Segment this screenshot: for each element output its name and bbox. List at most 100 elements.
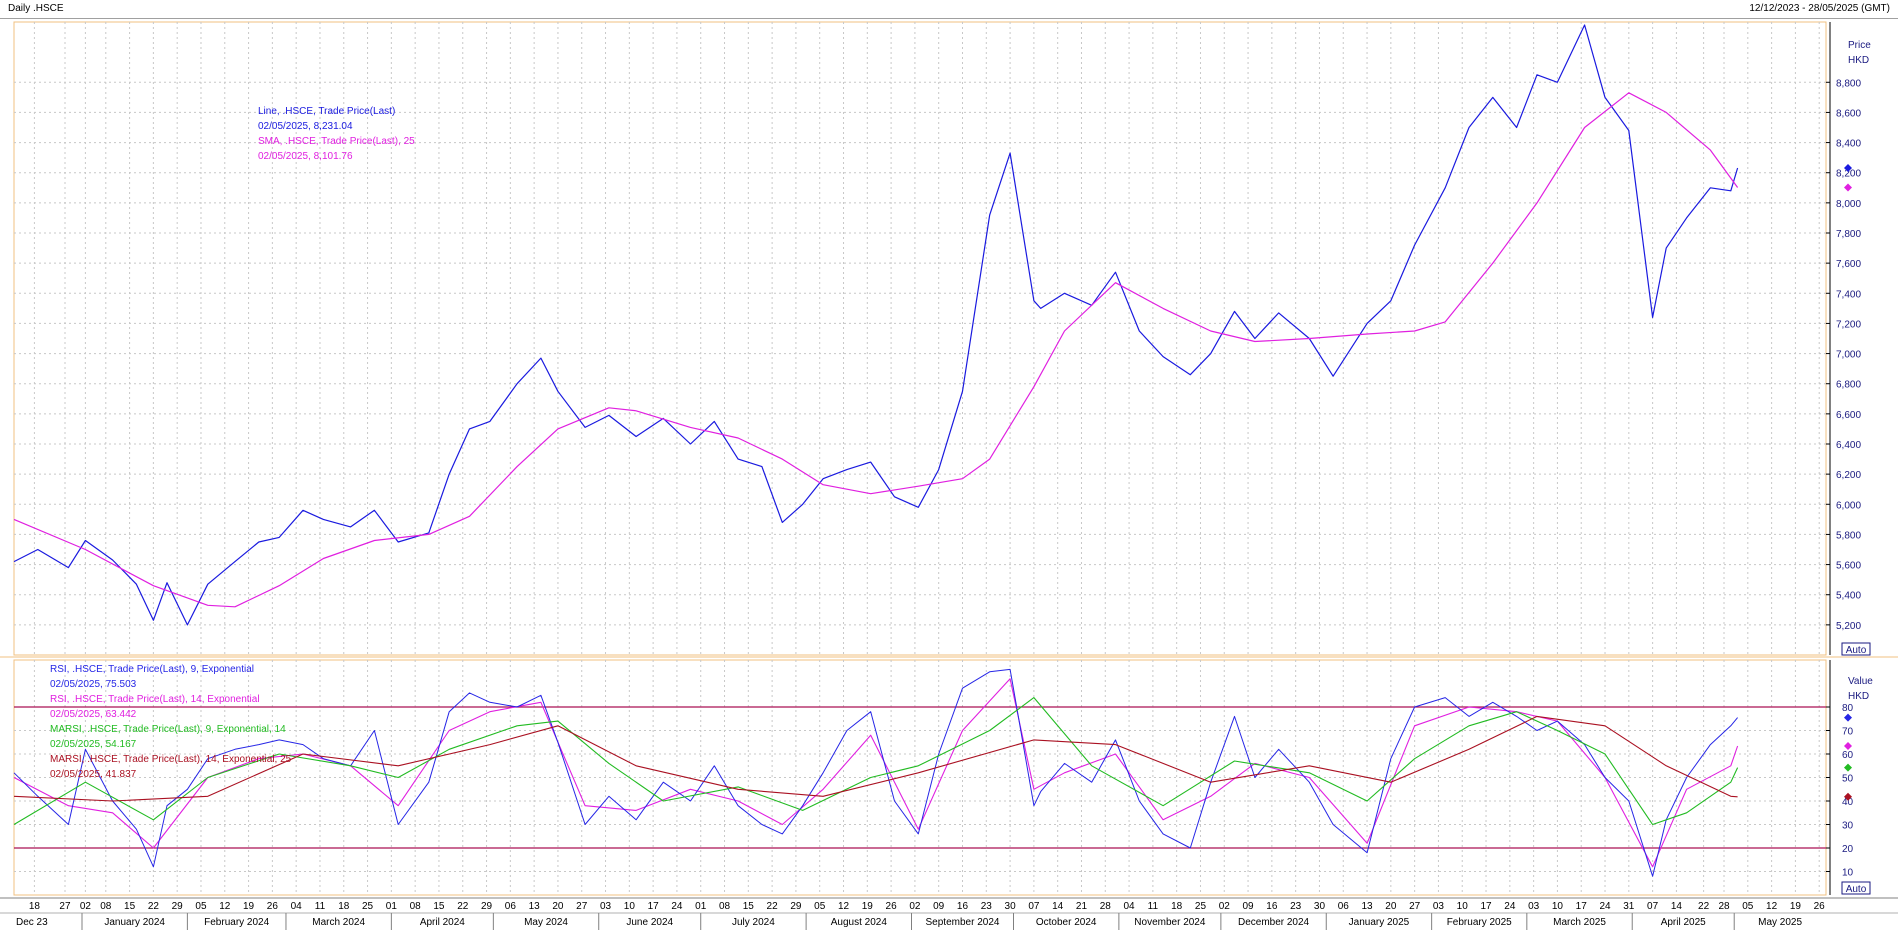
x-tick-label: 10 bbox=[1457, 901, 1469, 912]
osc-legend-name: MARSI, .HSCE, Trade Price(Last), 9, Expo… bbox=[50, 724, 286, 735]
osc-y-label: 50 bbox=[1842, 774, 1854, 785]
osc-auto-label: Auto bbox=[1846, 884, 1867, 895]
price-y-label: 6,800 bbox=[1836, 380, 1861, 391]
x-tick-label: 12 bbox=[219, 901, 231, 912]
price-y-label: 7,200 bbox=[1836, 319, 1861, 330]
month-label: June 2024 bbox=[626, 917, 673, 928]
x-tick-label: 18 bbox=[29, 901, 41, 912]
x-tick-label: 14 bbox=[1671, 901, 1683, 912]
osc-y-label: 70 bbox=[1842, 727, 1854, 738]
price-legend-value: 02/05/2025, 8,101.76 bbox=[258, 151, 353, 162]
month-label: May 2024 bbox=[524, 917, 568, 928]
x-tick-label: 02 bbox=[80, 901, 92, 912]
osc-legend-value: 02/05/2025, 54.167 bbox=[50, 739, 137, 750]
price-axis-title: Price bbox=[1848, 40, 1871, 51]
month-label: October 2024 bbox=[1036, 917, 1097, 928]
x-tick-label: 17 bbox=[1576, 901, 1588, 912]
price-y-label: 6,000 bbox=[1836, 500, 1861, 511]
x-tick-label: 25 bbox=[362, 901, 374, 912]
x-tick-label: 29 bbox=[172, 901, 184, 912]
x-tick-label: 23 bbox=[1290, 901, 1302, 912]
x-tick-label: 24 bbox=[1599, 901, 1611, 912]
x-tick-label: 30 bbox=[1314, 901, 1326, 912]
x-tick-label: 06 bbox=[1338, 901, 1350, 912]
x-tick-label: 17 bbox=[1480, 901, 1492, 912]
x-tick-label: 19 bbox=[243, 901, 255, 912]
price-y-label: 5,400 bbox=[1836, 591, 1861, 602]
month-label: December 2024 bbox=[1238, 917, 1310, 928]
month-label: April 2024 bbox=[420, 917, 465, 928]
price-y-label: 8,600 bbox=[1836, 108, 1861, 119]
x-tick-label: 15 bbox=[433, 901, 445, 912]
x-tick-label: 07 bbox=[1028, 901, 1040, 912]
x-tick-label: 27 bbox=[576, 901, 588, 912]
x-tick-label: 08 bbox=[719, 901, 731, 912]
x-tick-label: 16 bbox=[1266, 901, 1278, 912]
x-tick-label: 15 bbox=[743, 901, 755, 912]
month-label: November 2024 bbox=[1134, 917, 1206, 928]
rsi9-last-marker bbox=[1844, 713, 1852, 722]
x-tick-label: 14 bbox=[1052, 901, 1064, 912]
x-tick-label: 22 bbox=[767, 901, 779, 912]
x-tick-label: 05 bbox=[1742, 901, 1754, 912]
x-tick-label: 13 bbox=[1361, 901, 1373, 912]
x-tick-label: 07 bbox=[1647, 901, 1659, 912]
x-tick-label: 18 bbox=[1171, 901, 1183, 912]
price-y-label: 6,400 bbox=[1836, 440, 1861, 451]
x-tick-label: 30 bbox=[1005, 901, 1017, 912]
x-tick-label: 05 bbox=[814, 901, 826, 912]
x-tick-label: 09 bbox=[1243, 901, 1255, 912]
x-tick-label: 05 bbox=[195, 901, 207, 912]
osc-legend-name: RSI, .HSCE, Trade Price(Last), 14, Expon… bbox=[50, 694, 260, 705]
x-tick-label: 04 bbox=[1124, 901, 1136, 912]
x-tick-label: 27 bbox=[59, 901, 71, 912]
x-tick-label: 22 bbox=[148, 901, 160, 912]
x-tick-label: 01 bbox=[695, 901, 707, 912]
x-tick-label: 10 bbox=[1552, 901, 1564, 912]
price-legend-name: SMA, .HSCE, Trade Price(Last), 25 bbox=[258, 136, 415, 147]
price-y-label: 6,600 bbox=[1836, 410, 1861, 421]
x-tick-label: 03 bbox=[1433, 901, 1445, 912]
x-tick-label: 03 bbox=[1528, 901, 1540, 912]
month-label: September 2024 bbox=[926, 917, 1000, 928]
price-legend-value: 02/05/2025, 8,231.04 bbox=[258, 121, 353, 132]
month-label: August 2024 bbox=[831, 917, 888, 928]
x-tick-label: 29 bbox=[790, 901, 802, 912]
month-label: April 2025 bbox=[1661, 917, 1706, 928]
price-y-label: 7,600 bbox=[1836, 259, 1861, 270]
x-tick-label: 18 bbox=[338, 901, 350, 912]
x-tick-label: 31 bbox=[1623, 901, 1635, 912]
price-axis-unit: HKD bbox=[1848, 55, 1869, 66]
month-label: February 2024 bbox=[204, 917, 269, 928]
x-tick-label: 02 bbox=[1219, 901, 1231, 912]
x-tick-label: 24 bbox=[671, 901, 683, 912]
x-tick-label: 22 bbox=[1698, 901, 1710, 912]
month-label: March 2024 bbox=[312, 917, 365, 928]
chart-canvas[interactable]: 18 27 02 08 15 22 29 05 12 19 26 04 11 18 25 01 08 15 22 29… bbox=[0, 0, 1898, 932]
month-label: January 2025 bbox=[1349, 917, 1410, 928]
month-label: May 2025 bbox=[1758, 917, 1802, 928]
x-tick-label: 24 bbox=[1504, 901, 1516, 912]
month-label: February 2025 bbox=[1447, 917, 1512, 928]
x-tick-label: 08 bbox=[100, 901, 112, 912]
x-tick-label: 29 bbox=[481, 901, 493, 912]
month-label: March 2025 bbox=[1553, 917, 1606, 928]
price-y-label: 5,600 bbox=[1836, 561, 1861, 572]
price-y-label: 5,800 bbox=[1836, 530, 1861, 541]
price-y-label: 8,400 bbox=[1836, 139, 1861, 150]
price-y-label: 7,400 bbox=[1836, 289, 1861, 300]
month-label: January 2024 bbox=[104, 917, 165, 928]
x-tick-label: 04 bbox=[291, 901, 303, 912]
x-tick-label: 22 bbox=[457, 901, 469, 912]
osc-y-label: 10 bbox=[1842, 868, 1854, 879]
price-y-label: 8,000 bbox=[1836, 199, 1861, 210]
osc-legend-name: RSI, .HSCE, Trade Price(Last), 9, Expone… bbox=[50, 664, 254, 675]
x-tick-label: 16 bbox=[957, 901, 969, 912]
sma-last-marker bbox=[1844, 183, 1852, 192]
osc-legend-value: 02/05/2025, 75.503 bbox=[50, 679, 137, 690]
price-auto-label: Auto bbox=[1846, 645, 1867, 656]
x-tick-label: 28 bbox=[1100, 901, 1112, 912]
x-tick-label: 23 bbox=[981, 901, 993, 912]
x-tick-label: 10 bbox=[624, 901, 636, 912]
x-tick-label: 03 bbox=[600, 901, 612, 912]
